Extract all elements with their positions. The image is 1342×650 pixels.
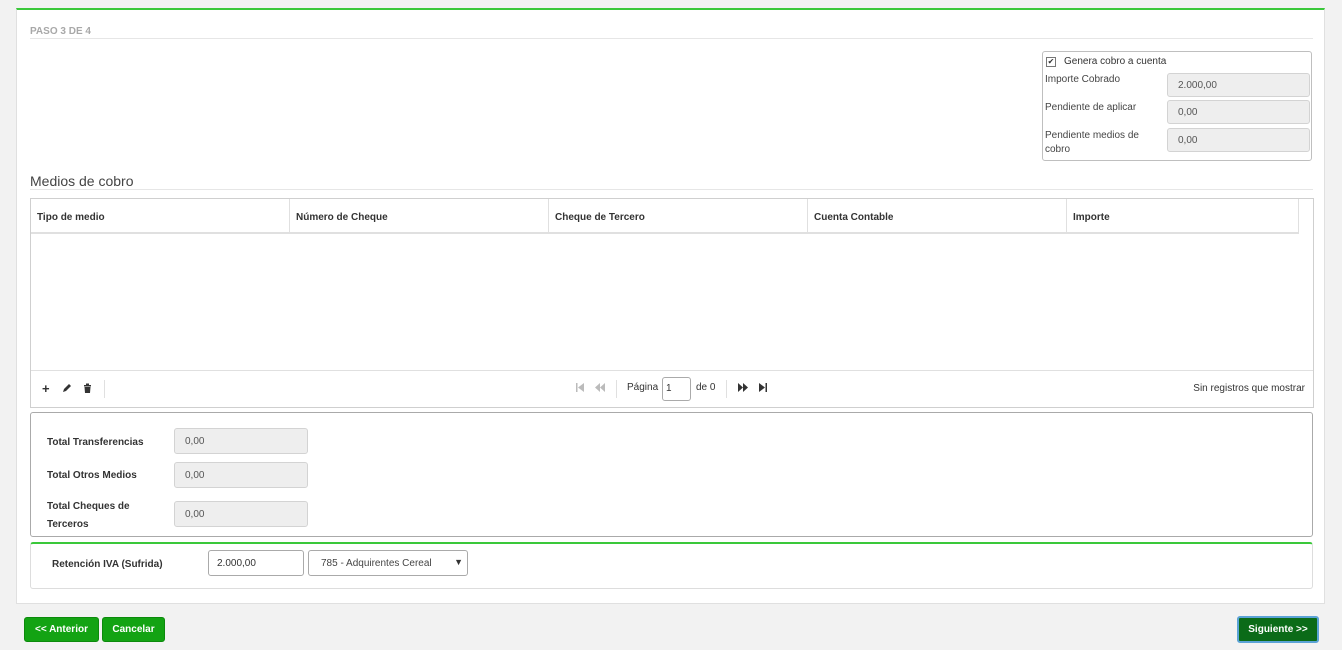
importe-cobrado-field: 2.000,00 bbox=[1167, 73, 1310, 97]
medios-cobro-divider bbox=[30, 189, 1313, 190]
no-records-text: Sin registros que mostrar bbox=[1193, 383, 1305, 394]
grid-pager: + Página 1 de 0 Sin registros que mostra… bbox=[31, 370, 1313, 407]
chevron-down-icon: ▼ bbox=[454, 557, 463, 567]
page-count-label: de 0 bbox=[696, 382, 716, 393]
total-otros-field: 0,00 bbox=[174, 462, 308, 488]
pager-separator-left bbox=[616, 380, 617, 398]
total-cheques-label: Total Cheques de Terceros bbox=[47, 501, 130, 530]
page-number-input[interactable]: 1 bbox=[662, 377, 691, 401]
last-page-icon[interactable] bbox=[759, 383, 767, 395]
anterior-button[interactable]: << Anterior bbox=[24, 617, 99, 642]
medios-cobro-grid: Tipo de medio Número de Cheque Cheque de… bbox=[30, 198, 1314, 408]
col-tipo-medio[interactable]: Tipo de medio bbox=[31, 199, 290, 232]
siguiente-button[interactable]: Siguiente >> bbox=[1237, 616, 1319, 643]
total-transferencias-field: 0,00 bbox=[174, 428, 308, 454]
edit-icon[interactable] bbox=[62, 383, 72, 396]
next-page-icon[interactable] bbox=[738, 383, 748, 395]
retencion-type-select[interactable]: 785 - Adquirentes Cereal ▼ bbox=[308, 550, 468, 576]
medios-cobro-title: Medios de cobro bbox=[30, 173, 134, 189]
first-page-icon[interactable] bbox=[576, 383, 584, 395]
pendiente-medios-field: 0,00 bbox=[1167, 128, 1310, 152]
wizard-panel: PASO 3 DE 4 ✔ Genera cobro a cuenta Impo… bbox=[16, 8, 1325, 604]
step-indicator: PASO 3 DE 4 bbox=[30, 26, 91, 37]
summary-box: ✔ Genera cobro a cuenta Importe Cobrado … bbox=[1042, 51, 1312, 161]
trash-icon[interactable] bbox=[83, 383, 92, 396]
col-cheque-tercero[interactable]: Cheque de Tercero bbox=[549, 199, 808, 232]
pendiente-aplicar-field: 0,00 bbox=[1167, 100, 1310, 124]
pendiente-medios-label: Pendiente medios de cobro bbox=[1045, 130, 1139, 155]
toolbar-separator bbox=[104, 380, 105, 398]
col-numero-cheque[interactable]: Número de Cheque bbox=[290, 199, 549, 232]
genera-cobro-checkbox[interactable]: ✔ bbox=[1046, 56, 1056, 67]
prev-page-icon[interactable] bbox=[595, 383, 605, 395]
totals-box: Total Transferencias 0,00 Total Otros Me… bbox=[30, 412, 1313, 537]
total-cheques-field: 0,00 bbox=[174, 501, 308, 527]
add-icon[interactable]: + bbox=[42, 381, 50, 396]
total-otros-label: Total Otros Medios bbox=[47, 470, 137, 481]
col-cuenta-contable[interactable]: Cuenta Contable bbox=[808, 199, 1067, 232]
importe-cobrado-label: Importe Cobrado bbox=[1045, 74, 1121, 85]
retencion-type-value: 785 - Adquirentes Cereal bbox=[321, 558, 432, 569]
step-divider bbox=[30, 38, 1313, 39]
genera-cobro-label: Genera cobro a cuenta bbox=[1064, 56, 1167, 67]
retencion-amount-input[interactable]: 2.000,00 bbox=[208, 550, 304, 576]
total-transferencias-label: Total Transferencias bbox=[47, 437, 144, 448]
pager-separator-right bbox=[726, 380, 727, 398]
retencion-label: Retención IVA (Sufrida) bbox=[52, 559, 163, 570]
col-importe[interactable]: Importe bbox=[1067, 199, 1299, 232]
retencion-box: Retención IVA (Sufrida) 2.000,00 785 - A… bbox=[30, 542, 1313, 589]
grid-header: Tipo de medio Número de Cheque Cheque de… bbox=[31, 199, 1299, 234]
pendiente-aplicar-label: Pendiente de aplicar bbox=[1045, 102, 1137, 113]
genera-cobro-row[interactable]: ✔ Genera cobro a cuenta bbox=[1046, 56, 1166, 67]
page-label: Página bbox=[627, 382, 659, 393]
cancelar-button[interactable]: Cancelar bbox=[102, 617, 165, 642]
